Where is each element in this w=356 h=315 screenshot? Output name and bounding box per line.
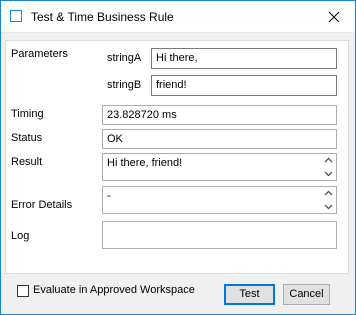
- test-button[interactable]: Test: [224, 284, 275, 305]
- result-label: Result: [11, 156, 43, 168]
- status-field[interactable]: OK: [102, 129, 337, 149]
- window-title: Test & Time Business Rule: [31, 10, 174, 24]
- scroll-up-icon[interactable]: [324, 190, 333, 197]
- result-field[interactable]: Hi there, friend!: [102, 153, 337, 181]
- evaluate-approved-label[interactable]: Evaluate in Approved Workspace: [33, 284, 195, 296]
- close-icon[interactable]: [321, 7, 347, 27]
- log-field[interactable]: [102, 221, 337, 249]
- error-details-label: Error Details: [11, 199, 73, 211]
- dialog-window: Test & Time Business Rule Parameters str…: [0, 0, 356, 315]
- rule-panel: Parameters stringA Hi there, stringB fri…: [5, 40, 349, 274]
- result-text: Hi there, friend!: [107, 157, 183, 169]
- error-details-text: -: [107, 190, 111, 202]
- parameters-label: Parameters: [11, 48, 68, 60]
- evaluate-approved-checkbox[interactable]: [17, 285, 29, 297]
- param-value-stringB[interactable]: friend!: [151, 75, 337, 96]
- timing-field[interactable]: 23.828720 ms: [102, 105, 337, 125]
- cancel-button[interactable]: Cancel: [283, 284, 330, 305]
- param-name-stringB: stringB: [107, 79, 142, 91]
- timing-label: Timing: [11, 108, 44, 120]
- window-icon: [10, 10, 22, 22]
- scroll-down-icon[interactable]: [324, 170, 333, 177]
- error-details-field[interactable]: -: [102, 186, 337, 214]
- dialog-client: Parameters stringA Hi there, stringB fri…: [1, 33, 355, 314]
- param-name-stringA: stringA: [107, 52, 142, 64]
- status-label: Status: [11, 132, 43, 144]
- param-value-stringA[interactable]: Hi there,: [151, 48, 337, 69]
- scroll-up-icon[interactable]: [324, 157, 333, 164]
- scroll-down-icon[interactable]: [324, 203, 333, 210]
- log-label: Log: [11, 230, 30, 242]
- title-bar[interactable]: Test & Time Business Rule: [1, 1, 355, 33]
